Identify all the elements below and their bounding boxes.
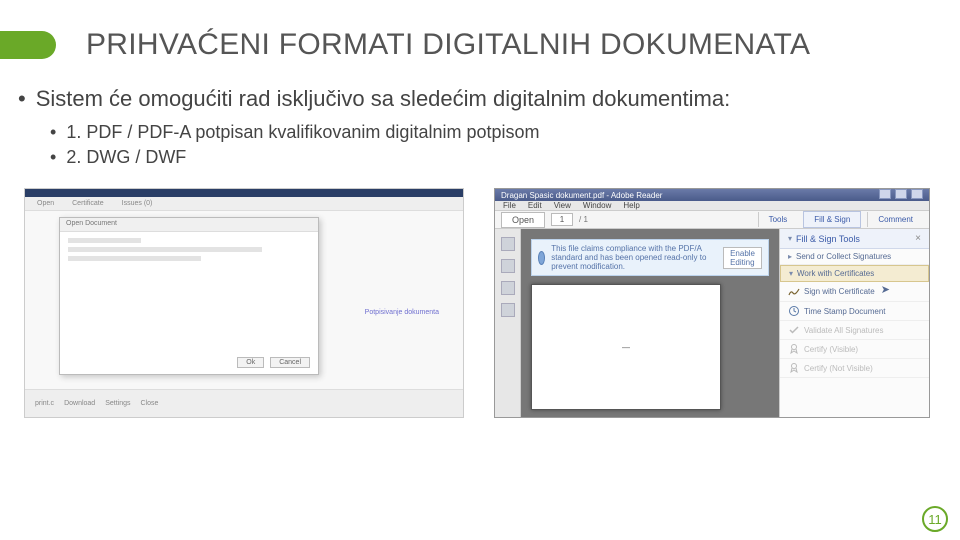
adobe-window-title: Dragan Spasic dokument.pdf - Adobe Reade… bbox=[501, 191, 662, 200]
bullet-dot: • bbox=[18, 86, 26, 112]
open-button[interactable]: Open bbox=[501, 212, 545, 228]
cursor-icon: ➤ bbox=[881, 283, 890, 296]
signatures-icon[interactable] bbox=[501, 303, 515, 317]
left-tabs: Open Certificate Issues (0) bbox=[25, 197, 463, 211]
left-dialog-ok[interactable]: Ok bbox=[237, 357, 264, 368]
rp-certify-invisible: Certify (Not Visible) bbox=[780, 359, 929, 378]
right-pane-header: ▾ Fill & Sign Tools × bbox=[780, 229, 929, 249]
page-of-label: / 1 bbox=[579, 215, 588, 224]
bookmarks-icon[interactable] bbox=[501, 259, 515, 273]
bullet-1-1: 1. PDF / PDF-A potpisan kvalifikovanim d… bbox=[66, 122, 539, 143]
signature-icon bbox=[788, 286, 800, 298]
left-footer-item: print.c bbox=[35, 400, 54, 407]
adobe-window-titlebar: Dragan Spasic dokument.pdf - Adobe Reade… bbox=[495, 189, 929, 201]
chevron-right-icon: ▸ bbox=[788, 252, 792, 261]
bullet-list: • Sistem će omogućiti rad isključivo sa … bbox=[0, 62, 960, 168]
adobe-right-pane: ▾ Fill & Sign Tools × ▸ Send or Collect … bbox=[779, 229, 929, 418]
left-footer-item: Close bbox=[141, 400, 159, 407]
rp-validate-all: Validate All Signatures bbox=[780, 321, 929, 340]
left-tab-issues: Issues (0) bbox=[122, 200, 153, 207]
page-content: — bbox=[622, 343, 630, 352]
ribbon-icon bbox=[788, 343, 800, 355]
left-titlebar bbox=[25, 189, 463, 197]
ribbon-icon bbox=[788, 362, 800, 374]
bullet-dot: • bbox=[50, 147, 56, 168]
pdfa-notice-text: This file claims compliance with the PDF… bbox=[551, 244, 717, 271]
clock-icon bbox=[788, 305, 800, 317]
left-footer: print.c Download Settings Close bbox=[25, 389, 463, 417]
info-icon bbox=[538, 251, 545, 265]
thumbnails-icon[interactable] bbox=[501, 237, 515, 251]
close-icon[interactable] bbox=[911, 189, 923, 199]
left-tab-open: Open bbox=[37, 200, 54, 207]
maximize-icon[interactable] bbox=[895, 189, 907, 199]
tab-comment[interactable]: Comment bbox=[867, 212, 923, 227]
bullet-1-2: 2. DWG / DWF bbox=[66, 147, 186, 168]
left-dialog: Open Document Ok Cancel bbox=[59, 217, 319, 375]
rp-sign-with-certificate[interactable]: Sign with Certificate ➤ bbox=[780, 282, 929, 302]
attachments-icon[interactable] bbox=[501, 281, 515, 295]
close-pane-icon[interactable]: × bbox=[915, 233, 921, 244]
bullet-1: Sistem će omogućiti rad isključivo sa sl… bbox=[36, 86, 731, 112]
window-controls bbox=[877, 189, 923, 201]
tab-fill-and-sign[interactable]: Fill & Sign bbox=[803, 211, 861, 228]
check-icon bbox=[788, 324, 800, 336]
menu-edit[interactable]: Edit bbox=[528, 201, 542, 210]
pdf-page: — bbox=[531, 284, 721, 410]
chevron-down-icon: ▾ bbox=[789, 269, 793, 278]
left-right-note: Potpisivanje dokumenta bbox=[365, 309, 439, 316]
menu-view[interactable]: View bbox=[554, 201, 571, 210]
rp-certify-visible: Certify (Visible) bbox=[780, 340, 929, 359]
menu-window[interactable]: Window bbox=[583, 201, 611, 210]
menu-file[interactable]: File bbox=[503, 201, 516, 210]
adobe-toolbar: Open 1 / 1 Tools Fill & Sign Comment bbox=[495, 211, 929, 229]
tab-tools[interactable]: Tools bbox=[758, 212, 798, 227]
menu-help[interactable]: Help bbox=[623, 201, 639, 210]
left-tab-certificate: Certificate bbox=[72, 200, 104, 207]
rp-time-stamp[interactable]: Time Stamp Document bbox=[780, 302, 929, 321]
left-dialog-cancel[interactable]: Cancel bbox=[270, 357, 310, 368]
slide-title: PRIHVAĆENI FORMATI DIGITALNIH DOKUMENATA bbox=[86, 28, 810, 62]
adobe-menubar: File Edit View Window Help bbox=[495, 201, 929, 211]
left-dialog-title: Open Document bbox=[60, 218, 318, 232]
chevron-down-icon: ▾ bbox=[788, 234, 792, 243]
pdfa-notice: This file claims compliance with the PDF… bbox=[531, 239, 769, 276]
left-footer-item: Download bbox=[64, 400, 95, 407]
slide-number: 11 bbox=[922, 506, 948, 532]
right-pane-title: Fill & Sign Tools bbox=[796, 234, 860, 244]
adobe-left-rail bbox=[495, 229, 521, 418]
rp-group-signatures[interactable]: ▸ Send or Collect Signatures bbox=[780, 249, 929, 265]
enable-editing-button[interactable]: Enable Editing bbox=[723, 247, 762, 269]
screenshot-adobe: Dragan Spasic dokument.pdf - Adobe Reade… bbox=[494, 188, 930, 418]
left-footer-item: Settings bbox=[105, 400, 130, 407]
minimize-icon[interactable] bbox=[879, 189, 891, 199]
bullet-dot: • bbox=[50, 122, 56, 143]
rp-group-certificates[interactable]: ▾ Work with Certificates bbox=[780, 265, 929, 282]
adobe-document-area: This file claims compliance with the PDF… bbox=[521, 229, 779, 418]
accent-bar bbox=[0, 31, 56, 59]
page-number-input[interactable]: 1 bbox=[551, 213, 573, 226]
screenshot-left: Open Certificate Issues (0) Open Documen… bbox=[24, 188, 464, 418]
